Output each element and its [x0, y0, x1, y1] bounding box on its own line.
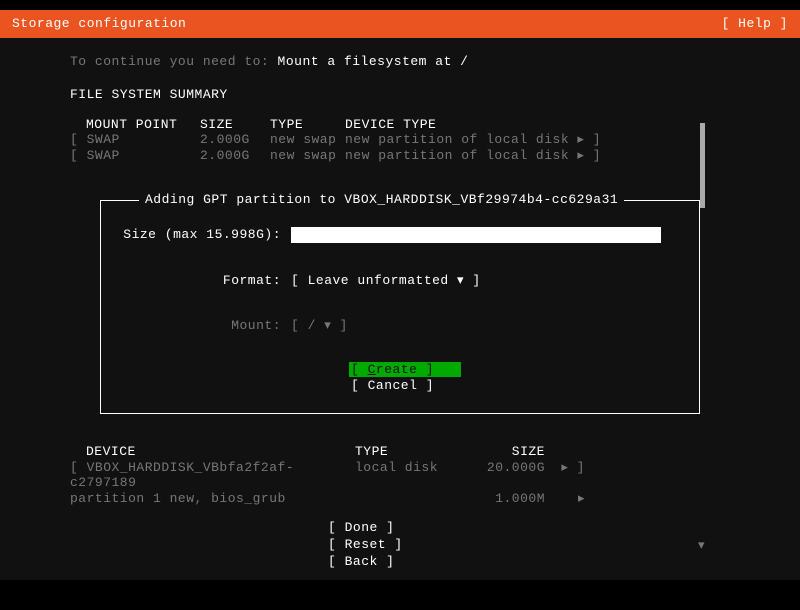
dcol-type: TYPE [355, 444, 465, 460]
devices-section: DEVICE TYPE SIZE [ VBOX_HARDDISK_VBbfa2f… [70, 444, 730, 506]
mount-label: Mount: [121, 318, 291, 334]
col-size: SIZE [200, 117, 270, 133]
footer-buttons: [ Done ] [ Reset ] [ Back ] [328, 520, 730, 569]
dcol-size: SIZE [465, 444, 545, 460]
chevron-right-icon: ▸ [545, 491, 585, 507]
cell-mount: [ SWAP [70, 148, 200, 164]
dcell-type [355, 491, 465, 507]
format-label: Format: [121, 273, 291, 289]
devices-header: DEVICE TYPE SIZE [70, 444, 730, 460]
cancel-button[interactable]: [ Cancel ] [349, 378, 461, 394]
main-content: To continue you need to: Mount a filesys… [0, 38, 800, 581]
cell-size: 2.000G [200, 132, 270, 148]
chevron-down-icon[interactable]: ▾ [698, 538, 705, 554]
size-input[interactable] [291, 227, 661, 243]
dcell-device: partition 1 new, bios_grub [70, 491, 355, 507]
done-button[interactable]: [ Done ] [328, 520, 438, 536]
instruction-prefix: To continue you need to: [70, 54, 278, 69]
dcell-type: local disk [355, 460, 465, 491]
page-title: Storage configuration [12, 16, 186, 32]
format-field: Format: [ Leave unformatted ▾ ] [121, 273, 679, 289]
col-mount: MOUNT POINT [70, 117, 200, 133]
col-device: DEVICE TYPE [345, 117, 730, 133]
table-row[interactable]: [ SWAP 2.000G new swap new partition of … [70, 132, 730, 148]
title-bar: Storage configuration [ Help ] [0, 10, 800, 38]
table-row[interactable]: [ SWAP 2.000G new swap new partition of … [70, 148, 730, 164]
size-label: Size (max 15.998G): [121, 227, 291, 243]
instruction-action: Mount a filesystem at / [278, 54, 469, 69]
fs-summary-table: MOUNT POINT SIZE TYPE DEVICE TYPE [ SWAP… [70, 117, 730, 164]
cell-mount: [ SWAP [70, 132, 200, 148]
device-row[interactable]: partition 1 new, bios_grub 1.000M ▸ [70, 491, 730, 507]
chevron-right-icon: ▸ ] [545, 460, 585, 491]
partition-dialog: Adding GPT partition to VBOX_HARDDISK_VB… [100, 200, 700, 414]
size-field: Size (max 15.998G): [121, 227, 679, 243]
cell-type: new swap [270, 148, 345, 164]
dcell-size: 1.000M [465, 491, 545, 507]
dcell-size: 20.000G [465, 460, 545, 491]
dialog-title: Adding GPT partition to VBOX_HARDDISK_VB… [139, 192, 624, 208]
help-button[interactable]: [ Help ] [722, 16, 788, 32]
instruction-line: To continue you need to: Mount a filesys… [70, 54, 730, 70]
fs-summary-heading: FILE SYSTEM SUMMARY [70, 87, 730, 103]
col-type: TYPE [270, 117, 345, 133]
dcol-device: DEVICE [70, 444, 355, 460]
back-button[interactable]: [ Back ] [328, 554, 438, 570]
cell-device: new partition of local disk ▸ ] [345, 148, 730, 164]
cell-device: new partition of local disk ▸ ] [345, 132, 730, 148]
reset-button[interactable]: [ Reset ] [328, 537, 438, 553]
dialog-buttons: [ Create ] [ Cancel ] [349, 362, 679, 394]
dialog-container: Adding GPT partition to VBOX_HARDDISK_VB… [100, 200, 700, 414]
scrollbar-vertical[interactable] [700, 123, 705, 208]
create-button[interactable]: [ Create ] [349, 362, 461, 378]
format-select[interactable]: [ Leave unformatted ▾ ] [291, 273, 481, 289]
mount-select[interactable]: [ / ▾ ] [291, 318, 348, 334]
dcell-device: [ VBOX_HARDDISK_VBbfa2f2af-c2797189 [70, 460, 355, 491]
mount-field: Mount: [ / ▾ ] [121, 318, 679, 334]
cell-type: new swap [270, 132, 345, 148]
device-row[interactable]: [ VBOX_HARDDISK_VBbfa2f2af-c2797189 loca… [70, 460, 730, 491]
fs-table-header: MOUNT POINT SIZE TYPE DEVICE TYPE [70, 117, 730, 133]
cell-size: 2.000G [200, 148, 270, 164]
